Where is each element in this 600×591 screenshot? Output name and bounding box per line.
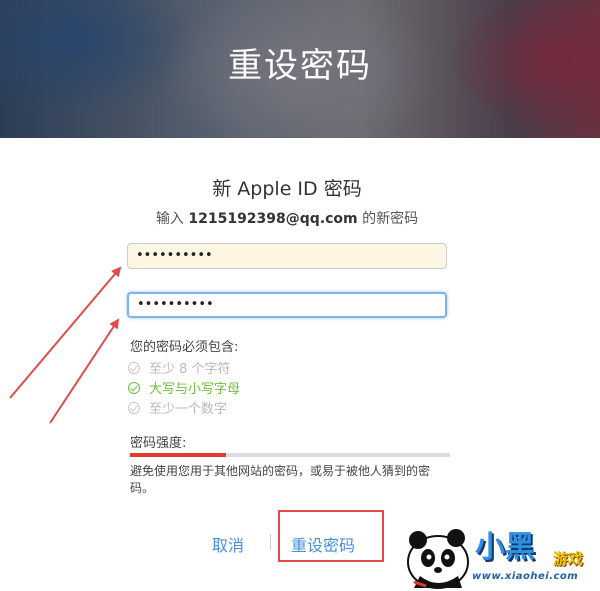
watermark-brand: 小黑 xyxy=(475,530,535,565)
annotation-arrows xyxy=(9,266,122,424)
watermark-url: www.xiaohei.com xyxy=(472,571,579,582)
watermark-tag: 游戏 xyxy=(553,550,584,568)
arrow-to-new-password xyxy=(9,266,122,399)
arrow-to-confirm-password xyxy=(49,318,120,424)
